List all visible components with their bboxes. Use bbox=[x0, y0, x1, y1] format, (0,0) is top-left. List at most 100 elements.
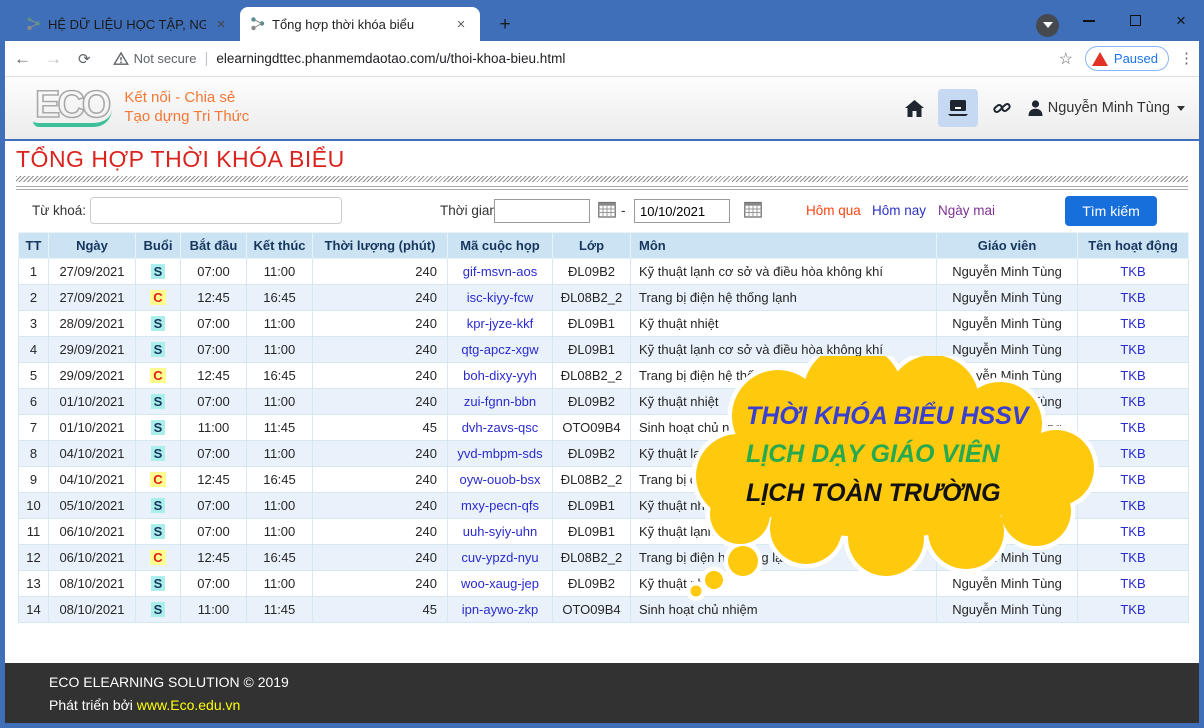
window-maximize-button[interactable] bbox=[1112, 0, 1158, 41]
user-menu[interactable]: Nguyễn Minh Tùng bbox=[1028, 100, 1185, 116]
cell-date: 27/09/2021 bbox=[49, 285, 136, 311]
meeting-code-link[interactable]: kpr-jyze-kkf bbox=[467, 316, 533, 331]
cell-start: 12:45 bbox=[181, 467, 247, 493]
meeting-code-link[interactable]: mxy-pecn-qfs bbox=[448, 493, 553, 519]
activity-link[interactable]: TKB bbox=[1120, 446, 1145, 461]
date-range-separator: - bbox=[621, 203, 626, 218]
activity-link[interactable]: TKB bbox=[1120, 602, 1145, 617]
activity-link[interactable]: TKB bbox=[1078, 311, 1189, 337]
meeting-code-link[interactable]: oyw-ouob-bsx bbox=[460, 472, 541, 487]
meeting-code-link[interactable]: uuh-syiy-uhn bbox=[463, 524, 537, 539]
address-bar-url[interactable]: elearningdttec.phanmemdaotao.com/u/thoi-… bbox=[216, 51, 565, 66]
devices-button[interactable] bbox=[938, 89, 978, 127]
meeting-code-link[interactable]: oyw-ouob-bsx bbox=[448, 467, 553, 493]
meeting-code-link[interactable]: isc-kiyy-fcw bbox=[448, 285, 553, 311]
date-from-input[interactable] bbox=[494, 199, 590, 223]
meeting-code-link[interactable]: qtg-apcz-xgw bbox=[448, 337, 553, 363]
device-icon bbox=[947, 99, 969, 117]
browser-menu-button[interactable]: ⋮ bbox=[1179, 56, 1194, 61]
yesterday-link[interactable]: Hôm qua bbox=[806, 203, 861, 218]
meeting-code-link[interactable]: kpr-jyze-kkf bbox=[448, 311, 553, 337]
extension-paused-badge[interactable]: Paused bbox=[1085, 46, 1169, 71]
meeting-code-link[interactable]: dvh-zavs-qsc bbox=[448, 415, 553, 441]
calendar-icon[interactable] bbox=[744, 201, 762, 218]
today-link[interactable]: Hôm nay bbox=[872, 203, 926, 218]
bookmark-star-icon[interactable]: ☆ bbox=[1059, 49, 1073, 69]
cell-class: ĐL08B2_2 bbox=[553, 545, 631, 571]
activity-link[interactable]: TKB bbox=[1120, 576, 1145, 591]
activity-link[interactable]: TKB bbox=[1120, 264, 1145, 279]
meeting-code-link[interactable]: uuh-syiy-uhn bbox=[448, 519, 553, 545]
activity-link[interactable]: TKB bbox=[1120, 394, 1145, 409]
window-minimize-button[interactable] bbox=[1066, 0, 1112, 41]
cell-duration: 240 bbox=[313, 545, 448, 571]
cell-class: ĐL09B2 bbox=[553, 441, 631, 467]
forward-button[interactable]: → bbox=[45, 49, 62, 69]
cell-date: 01/10/2021 bbox=[49, 415, 136, 441]
activity-link[interactable]: TKB bbox=[1120, 524, 1145, 539]
tomorrow-link[interactable]: Ngày mai bbox=[938, 203, 995, 218]
meeting-code-link[interactable]: dvh-zavs-qsc bbox=[462, 420, 539, 435]
calendar-icon[interactable] bbox=[598, 201, 616, 218]
window-close-button[interactable]: × bbox=[1158, 0, 1204, 41]
meeting-code-link[interactable]: boh-dixy-yyh bbox=[448, 363, 553, 389]
tab-close-icon[interactable]: × bbox=[212, 16, 230, 33]
meeting-code-link[interactable]: qtg-apcz-xgw bbox=[461, 342, 538, 357]
link-button[interactable] bbox=[992, 98, 1012, 118]
cell-start: 07:00 bbox=[181, 519, 247, 545]
activity-link[interactable]: TKB bbox=[1120, 472, 1145, 487]
security-label: Not secure bbox=[134, 51, 197, 66]
eco-logo[interactable]: ECO Kết nối - Chia sẻ Tạo dựng Tri Thức bbox=[33, 87, 249, 127]
meeting-code-link[interactable]: boh-dixy-yyh bbox=[463, 368, 537, 383]
meeting-code-link[interactable]: cuv-ypzd-nyu bbox=[461, 550, 538, 565]
activity-link[interactable]: TKB bbox=[1120, 550, 1145, 565]
column-header-c-act: Tên hoạt động bbox=[1078, 233, 1189, 259]
activity-link[interactable]: TKB bbox=[1120, 498, 1145, 513]
meeting-code-link[interactable]: cuv-ypzd-nyu bbox=[448, 545, 553, 571]
tab-close-icon[interactable]: × bbox=[452, 16, 470, 33]
activity-link[interactable]: TKB bbox=[1120, 342, 1145, 357]
activity-link[interactable]: TKB bbox=[1078, 285, 1189, 311]
activity-link[interactable]: TKB bbox=[1120, 420, 1145, 435]
browser-tab-inactive[interactable]: HỆ DỮ LIỆU HỌC TẬP, NGHIÊN C × bbox=[16, 7, 240, 41]
back-button[interactable]: ← bbox=[14, 49, 31, 69]
browser-profile-button[interactable] bbox=[1036, 14, 1059, 37]
keyword-label: Từ khoá: bbox=[32, 203, 86, 218]
meeting-code-link[interactable]: woo-xaug-jep bbox=[448, 571, 553, 597]
footer-link[interactable]: www.Eco.edu.vn bbox=[137, 697, 241, 713]
keyword-input[interactable] bbox=[90, 197, 342, 224]
browser-titlebar: HỆ DỮ LIỆU HỌC TẬP, NGHIÊN C × Tổng hợp … bbox=[0, 0, 1204, 41]
meeting-code-link[interactable]: gif-msvn-aos bbox=[463, 264, 537, 279]
cell-teacher: Nguyễn Minh Tùng bbox=[937, 259, 1078, 285]
new-tab-button[interactable]: + bbox=[492, 12, 518, 38]
meeting-code-link[interactable]: zui-fgnn-bbn bbox=[464, 394, 536, 409]
warning-triangle-icon bbox=[113, 51, 129, 66]
cell-session: C bbox=[136, 545, 181, 571]
activity-link[interactable]: TKB bbox=[1120, 290, 1145, 305]
cell-session: C bbox=[136, 285, 181, 311]
column-header-c-end: Kết thúc bbox=[247, 233, 313, 259]
browser-tab-active[interactable]: Tổng hợp thời khóa biểu × bbox=[240, 7, 480, 41]
date-to-input[interactable] bbox=[634, 199, 730, 223]
minimize-icon bbox=[1083, 20, 1095, 22]
refresh-button[interactable]: ⟳ bbox=[78, 50, 91, 68]
meeting-code-link[interactable]: ipn-aywo-zkp bbox=[448, 597, 553, 623]
meeting-code-link[interactable]: mxy-pecn-qfs bbox=[461, 498, 539, 513]
meeting-code-link[interactable]: ipn-aywo-zkp bbox=[462, 602, 539, 617]
site-security-indicator[interactable]: Not secure bbox=[113, 51, 197, 66]
meeting-code-link[interactable]: zui-fgnn-bbn bbox=[448, 389, 553, 415]
search-button[interactable]: Tìm kiếm bbox=[1065, 196, 1157, 226]
cell-duration: 240 bbox=[313, 259, 448, 285]
meeting-code-link[interactable]: woo-xaug-jep bbox=[461, 576, 539, 591]
activity-link[interactable]: TKB bbox=[1120, 368, 1145, 383]
activity-link[interactable]: TKB bbox=[1078, 259, 1189, 285]
cell-duration: 240 bbox=[313, 571, 448, 597]
activity-link[interactable]: TKB bbox=[1120, 316, 1145, 331]
meeting-code-link[interactable]: yvd-mbpm-sds bbox=[457, 446, 542, 461]
meeting-code-link[interactable]: yvd-mbpm-sds bbox=[448, 441, 553, 467]
home-button[interactable] bbox=[905, 100, 924, 117]
session-badge: S bbox=[151, 602, 166, 617]
meeting-code-link[interactable]: gif-msvn-aos bbox=[448, 259, 553, 285]
meeting-code-link[interactable]: isc-kiyy-fcw bbox=[467, 290, 533, 305]
cell-session: S bbox=[136, 337, 181, 363]
